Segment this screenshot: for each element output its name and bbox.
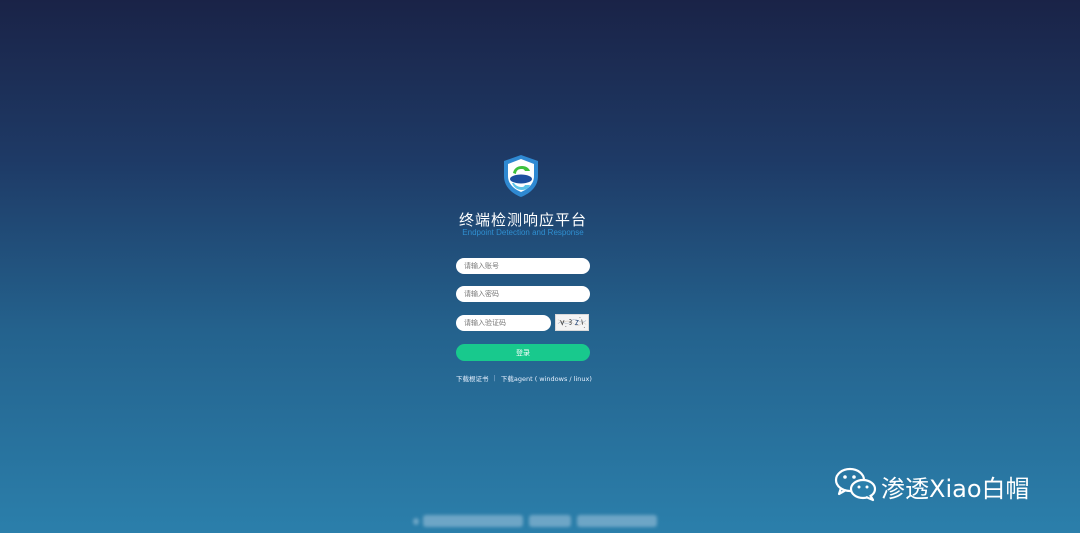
platform-title: 终端检测响应平台 — [458, 211, 587, 229]
platform-subtitle: Endpoint Detection and Response — [462, 228, 584, 237]
watermark-text: 渗透Xiao白帽 — [881, 475, 1030, 503]
password-input[interactable] — [456, 286, 590, 302]
login-button[interactable]: 登录 — [456, 344, 590, 361]
download-cert-link[interactable]: 下载根证书 — [456, 373, 489, 383]
captcha-input[interactable] — [456, 315, 551, 331]
captcha-image[interactable] — [555, 314, 589, 331]
download-links: 下载根证书 | 下载agent ( windows / linux) — [456, 373, 596, 383]
download-agent-link[interactable]: 下载agent ( windows / linux) — [501, 373, 592, 383]
account-input[interactable] — [456, 258, 590, 274]
blurred-footer-text — [413, 515, 658, 528]
link-separator: | — [493, 374, 496, 382]
shield-logo-icon — [504, 155, 538, 197]
wechat-watermark: 渗透Xiao白帽 — [834, 466, 1064, 504]
wechat-icon — [834, 467, 877, 502]
